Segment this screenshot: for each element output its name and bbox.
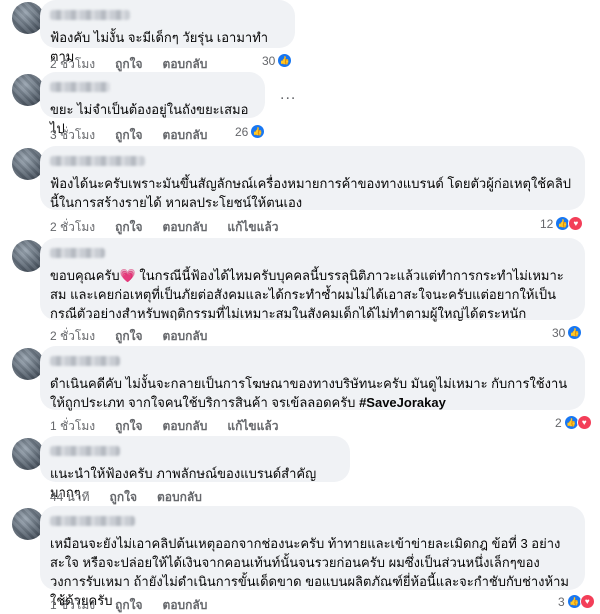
like-button[interactable]: ถูกใจ: [115, 417, 142, 436]
commenter-name-blurred[interactable]: [50, 516, 135, 526]
edited-label[interactable]: แก้ไขแล้ว: [227, 417, 278, 436]
comment-bubble: ฟ้องได้นะครับเพราะมันขึ้นสัญลักษณ์เครื่อ…: [40, 146, 585, 210]
reaction-count[interactable]: 2 👍 ♥: [555, 415, 592, 430]
love-reaction-icon: ♥: [576, 415, 592, 430]
comment-actions: 2 ชั่วโมง ถูกใจ ตอบกลับ แก้ไขแล้ว: [50, 218, 278, 237]
like-button[interactable]: ถูกใจ: [115, 126, 142, 145]
reaction-number: 2: [555, 415, 562, 430]
like-button[interactable]: ถูกใจ: [115, 327, 142, 346]
reply-button[interactable]: ตอบกลับ: [163, 218, 208, 237]
commenter-name-blurred[interactable]: [50, 82, 110, 92]
commenter-name-blurred[interactable]: [50, 446, 120, 456]
comment-time[interactable]: 44 นาที: [50, 488, 90, 507]
reply-button[interactable]: ตอบกลับ: [163, 596, 208, 614]
hashtag-link[interactable]: #SaveJorakay: [359, 395, 446, 410]
comment-text: ดำเนินคดีคับ ไม่งั้นจะกลายเป็นการโฆษณาขอ…: [50, 374, 573, 412]
comment-time[interactable]: 1 ชั่วโมง: [50, 417, 95, 436]
reaction-number: 30: [552, 325, 566, 340]
comment-text: ฟ้องได้นะครับเพราะมันขึ้นสัญลักษณ์เครื่อ…: [50, 176, 572, 210]
reaction-number: 12: [540, 216, 554, 231]
like-reaction-icon: 👍: [567, 325, 583, 340]
like-reaction-icon: 👍: [250, 124, 266, 139]
comment-actions: 3 ชั่วโมง ถูกใจ ตอบกลับ: [50, 126, 207, 145]
comment-time[interactable]: 2 ชั่วโมง: [50, 327, 95, 346]
comment-text: ขอบคุณครับ💗 ในกรณีนี้ฟ้องได้ไหมครับบุคคล…: [50, 268, 564, 321]
comment-time[interactable]: 3 ชั่วโมง: [50, 126, 95, 145]
comment-bubble: ขยะ ไม่จำเป็นต้องอยู่ในถังขยะเสมอไป: [40, 72, 265, 136]
reply-button[interactable]: ตอบกลับ: [163, 327, 208, 346]
reaction-number: 26: [235, 124, 249, 139]
comment-actions: 1 ชั่วโมง ถูกใจ ตอบกลับ แก้ไขแล้ว: [50, 417, 278, 436]
comment-bubble: แนะนำให้ฟ้องครับ ภาพลักษณ์ของแบรนด์สำคัญ…: [40, 436, 350, 500]
comment-actions: 2 ชั่วโมง ถูกใจ ตอบกลับ: [50, 327, 207, 346]
comment-actions: 1 ชั่วโมง ถูกใจ ตอบกลับ: [50, 596, 207, 614]
reply-button[interactable]: ตอบกลับ: [163, 126, 208, 145]
like-button[interactable]: ถูกใจ: [110, 488, 137, 507]
reaction-count[interactable]: 12 👍 ♥: [540, 216, 584, 231]
reaction-count[interactable]: 30 👍: [262, 53, 293, 68]
comment-bubble: ฟ้องคับ ไม่งั้น จะมีเด็กๆ วัยรุ่น เอามาท…: [40, 0, 295, 64]
comment-time[interactable]: 2 ชั่วโมง: [50, 218, 95, 237]
commenter-name-blurred[interactable]: [50, 156, 145, 166]
reaction-number: 3: [558, 594, 565, 609]
commenter-name-blurred[interactable]: [50, 10, 130, 20]
reaction-count[interactable]: 3 👍 ♥: [558, 594, 595, 609]
love-reaction-icon: ♥: [579, 594, 595, 609]
commenter-name-blurred[interactable]: [50, 248, 105, 258]
reaction-count[interactable]: 30 👍: [552, 325, 583, 340]
commenter-name-blurred[interactable]: [50, 356, 120, 366]
reply-button[interactable]: ตอบกลับ: [157, 488, 202, 507]
more-options-icon[interactable]: ...: [280, 86, 296, 104]
reply-button[interactable]: ตอบกลับ: [163, 417, 208, 436]
like-button[interactable]: ถูกใจ: [115, 218, 142, 237]
comment-time[interactable]: 1 ชั่วโมง: [50, 596, 95, 614]
comment-bubble: ขอบคุณครับ💗 ในกรณีนี้ฟ้องได้ไหมครับบุคคล…: [40, 238, 585, 321]
edited-label[interactable]: แก้ไขแล้ว: [227, 218, 278, 237]
like-button[interactable]: ถูกใจ: [115, 596, 142, 614]
comment-bubble: เหมือนจะยังไม่เอาคลิปต้นเหตุออกจากช่องนะ…: [40, 506, 585, 608]
love-reaction-icon: ♥: [568, 216, 584, 231]
comment-body: ดำเนินคดีคับ ไม่งั้นจะกลายเป็นการโฆษณาขอ…: [50, 376, 568, 410]
reaction-count[interactable]: 26 👍: [235, 124, 266, 139]
comment-actions: 44 นาที ถูกใจ ตอบกลับ: [50, 488, 202, 507]
like-reaction-icon: 👍: [277, 53, 293, 68]
comment-bubble: ดำเนินคดีคับ ไม่งั้นจะกลายเป็นการโฆษณาขอ…: [40, 346, 585, 410]
reaction-number: 30: [262, 53, 276, 68]
